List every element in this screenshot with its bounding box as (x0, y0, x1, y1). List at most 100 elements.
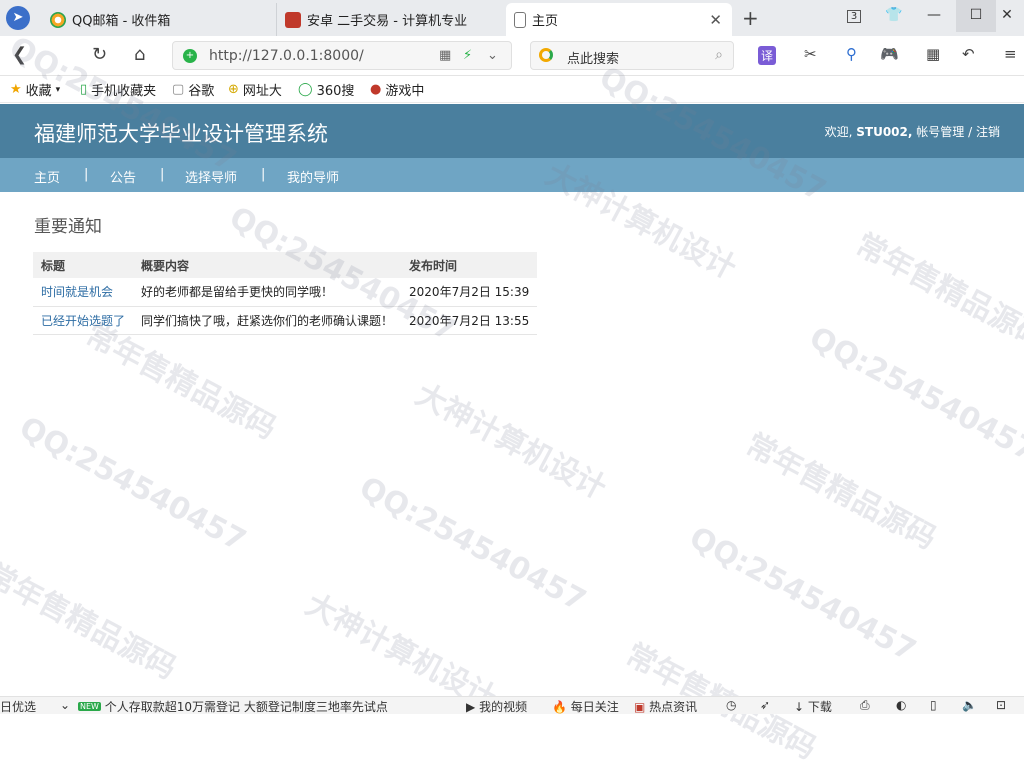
app-favicon-icon (285, 11, 301, 28)
browser-icon[interactable]: ◐ (896, 698, 906, 712)
table-row: 已经开始选题了 同学们搞快了哦，赶紧选你们的老师确认课题！ 2020年7月2日 … (33, 306, 538, 335)
site-header: 福建师范大学毕业设计管理系统 欢迎, STU002, 帐号管理 / 注销 (0, 104, 1024, 158)
notice-time: 2020年7月2日 15:39 (401, 278, 538, 307)
shirt-skin-icon[interactable]: 👕 (874, 0, 914, 32)
apps-grid-icon[interactable]: ▦ (926, 45, 940, 63)
status-daily-picks[interactable]: 日优选 (0, 698, 36, 715)
table-row: 时间就是机会 好的老师都是留给手更快的同学哦！ 2020年7月2日 15:39 (33, 278, 538, 307)
watermark-source: 常年售精品源码 (849, 227, 1024, 357)
tab-label: 主页 (532, 14, 559, 29)
address-toolbar: ❮ ↻ ⌂ + http://127.0.0.1:8000/ ▦ ⚡ ⌄ 点此搜… (0, 36, 1024, 76)
secure-shield-icon: + (183, 49, 197, 63)
news-icon: ▣ (634, 700, 646, 714)
watermark-qq: QQ:254540457 (353, 470, 592, 619)
section-title: 重要通知 (34, 217, 102, 237)
nav-my-advisor[interactable]: 我的导师 (287, 167, 339, 186)
bookmarks-bar: ★ 收藏 ▾ ▯ 手机收藏夹 ▢ 谷歌 ⊕ 网址大 ◯ 360搜 ● 游戏中 (0, 76, 1024, 103)
welcome-text: 欢迎, (824, 125, 853, 139)
scissors-icon[interactable]: ✂ (804, 45, 817, 63)
hot-news[interactable]: ▣ 热点资讯 (634, 698, 697, 715)
minimize-icon[interactable]: — (914, 0, 954, 32)
home-icon[interactable]: ⌂ (134, 44, 145, 65)
bookmark-sites[interactable]: ⊕ 网址大 (228, 80, 282, 99)
bookmark-360-search[interactable]: ◯ 360搜 (298, 80, 354, 99)
news-ticker[interactable]: NEW 个人存取款超10万需登记 大额登记制度三地率先试点 (78, 698, 388, 715)
nav-home[interactable]: 主页 (34, 167, 60, 186)
printer-icon[interactable]: ⎙ (860, 698, 870, 713)
bookmark-games[interactable]: ● 游戏中 (370, 80, 424, 99)
tab-android-trade[interactable]: 安卓 二手交易 - 计算机专业 (276, 3, 506, 36)
search-360-icon: ◯ (298, 82, 313, 97)
url-text[interactable]: http://127.0.0.1:8000/ (209, 48, 364, 64)
site-nav: 主页 | 公告 | 选择导师 | 我的导师 (0, 158, 1024, 192)
new-tab-icon[interactable]: + (742, 6, 759, 30)
tab-qq-mail[interactable]: QQ邮箱 - 收件箱 (42, 3, 274, 36)
undo-icon[interactable]: ↶ (962, 45, 975, 63)
news-text: 个人存取款超10万需登记 大额登记制度三地率先试点 (104, 700, 388, 714)
site-nav-icon: ⊕ (228, 82, 239, 97)
status-bar: 日优选 ⌄ NEW 个人存取款超10万需登记 大额登记制度三地率先试点 ▶ 我的… (0, 696, 1024, 714)
star-icon: ★ (10, 82, 22, 97)
search-engine-icon[interactable] (539, 48, 553, 62)
game-icon: ● (370, 82, 382, 97)
bookmark-favorites[interactable]: ★ 收藏 ▾ (10, 80, 60, 99)
bookmark-mobile[interactable]: ▯ 手机收藏夹 (80, 80, 156, 99)
url-bar[interactable]: + http://127.0.0.1:8000/ ▦ ⚡ ⌄ (172, 41, 512, 70)
watermark-qq: QQ:254540457 (683, 520, 922, 669)
lightning-icon[interactable]: ⚡ (463, 48, 472, 63)
search-input[interactable]: 点此搜索 (567, 48, 619, 67)
notice-title-link[interactable]: 已经开始选题了 (33, 306, 134, 335)
bookmark-google[interactable]: ▢ 谷歌 (172, 80, 214, 99)
site-title: 福建师范大学毕业设计管理系统 (34, 122, 328, 146)
nav-separator: | (84, 167, 89, 182)
nav-choose-advisor[interactable]: 选择导师 (185, 167, 237, 186)
search-box[interactable]: 点此搜索 ⌕ (530, 41, 734, 70)
account-link[interactable]: 帐号管理 (916, 125, 964, 139)
column-header-time: 发布时间 (401, 252, 538, 278)
zoom-icon[interactable]: ⊡ (996, 698, 1006, 712)
watermark-source: 常年售精品源码 (739, 427, 942, 557)
qq-mail-favicon-icon (50, 11, 66, 28)
volume-icon[interactable]: 🔈 (962, 698, 977, 712)
watermark-source: 常年售精品源码 (0, 557, 182, 687)
menu-icon[interactable]: ≡ (1004, 45, 1017, 63)
my-videos[interactable]: ▶ 我的视频 (466, 698, 527, 715)
watermark-qq: QQ:254540457 (803, 320, 1024, 469)
close-window-icon[interactable]: ✕ (990, 0, 1024, 32)
close-tab-icon[interactable]: ✕ (709, 11, 722, 29)
link-separator: / (968, 125, 973, 139)
watermark-qq: QQ:254540457 (13, 410, 252, 559)
browser-logo-icon[interactable]: ➤ (6, 6, 30, 30)
browser-tab-bar: ➤ QQ邮箱 - 收件箱 安卓 二手交易 - 计算机专业 主页 ✕ + 3 👕 … (0, 0, 1024, 36)
search-icon[interactable]: ⌕ (715, 47, 723, 63)
chevron-down-icon[interactable]: ⌄ (60, 698, 70, 712)
chevron-down-icon[interactable]: ⌄ (487, 48, 498, 63)
magnifier-icon[interactable]: ⚲ (846, 45, 857, 63)
download-button[interactable]: ↓ 下载 (794, 698, 832, 715)
column-header-title: 标题 (33, 252, 134, 278)
notice-summary: 同学们搞快了哦，赶紧选你们的老师确认课题！ (133, 306, 402, 335)
daily-focus[interactable]: 🔥 每日关注 (552, 698, 619, 715)
tab-count-button[interactable]: 3 (834, 0, 874, 32)
translate-icon[interactable]: 译 (758, 46, 777, 65)
notice-title-link[interactable]: 时间就是机会 (33, 278, 134, 307)
column-header-summary: 概要内容 (133, 252, 402, 278)
flame-icon: 🔥 (552, 700, 567, 714)
back-icon[interactable]: ❮ (12, 44, 27, 65)
gamepad-icon[interactable]: 🎮 (880, 45, 899, 63)
reload-icon[interactable]: ↻ (92, 44, 107, 65)
sidebar-icon[interactable]: ▯ (930, 698, 937, 712)
chevron-down-icon: ▾ (55, 84, 61, 95)
phone-icon: ▯ (80, 82, 88, 97)
document-favicon-icon (514, 11, 526, 28)
play-icon: ▶ (466, 700, 476, 714)
rocket-icon[interactable]: ➶ (760, 698, 770, 712)
clock-icon[interactable]: ◷ (726, 698, 736, 712)
logout-link[interactable]: 注销 (976, 125, 1000, 139)
tab-home[interactable]: 主页 ✕ (506, 3, 732, 36)
qr-code-icon[interactable]: ▦ (439, 48, 451, 63)
user-area: 欢迎, STU002, 帐号管理 / 注销 (825, 123, 1000, 140)
notice-time: 2020年7月2日 13:55 (401, 306, 538, 335)
tab-label: 安卓 二手交易 - 计算机专业 (307, 14, 468, 29)
nav-announcements[interactable]: 公告 (110, 167, 136, 186)
